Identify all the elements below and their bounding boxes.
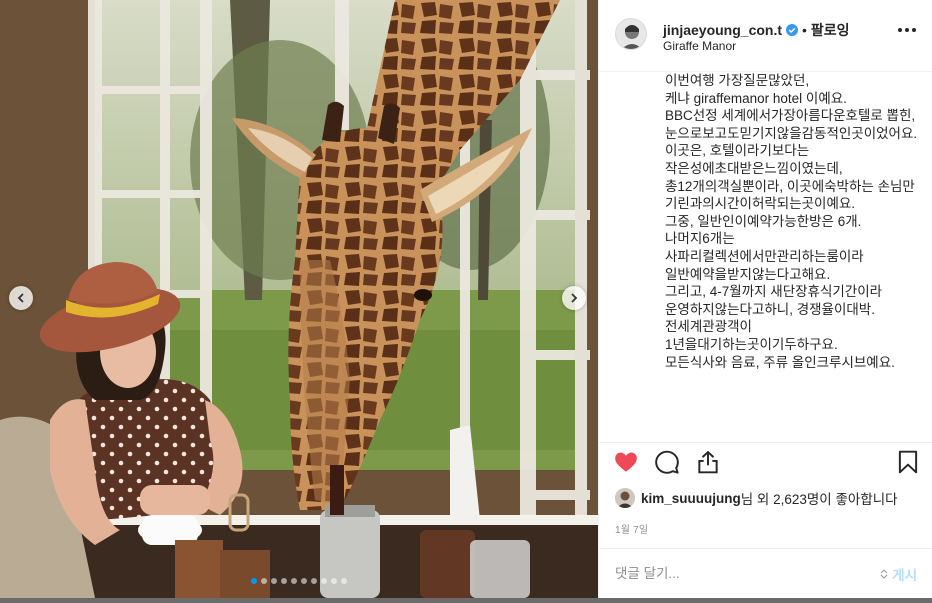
chevron-left-icon xyxy=(17,293,24,303)
post-header: jinjaeyoung_con.t • 팔로잉 Giraffe Manor xyxy=(599,0,932,72)
caption-area[interactable]: 이번여행 가장질문많았던, 케냐 giraffemanor hotel 이예요.… xyxy=(599,72,932,442)
post-date: 1월 7일 xyxy=(615,525,649,536)
following-button[interactable]: 팔로잉 xyxy=(811,20,850,40)
avatar[interactable] xyxy=(615,18,647,50)
post-sidebar: jinjaeyoung_con.t • 팔로잉 Giraffe Manor 이번… xyxy=(598,0,932,598)
action-bar xyxy=(599,442,932,480)
post-photo[interactable] xyxy=(0,0,598,598)
photo-illustration xyxy=(0,0,598,598)
carousel-indicators xyxy=(0,578,598,584)
carousel-next-button[interactable] xyxy=(562,286,586,310)
verified-badge-icon xyxy=(786,24,799,36)
username[interactable]: jinjaeyoung_con.t xyxy=(663,22,782,38)
carousel-dot xyxy=(251,578,257,584)
post-comment-button[interactable]: 게시 xyxy=(878,564,917,584)
carousel-dot xyxy=(281,578,287,584)
location-link[interactable]: Giraffe Manor xyxy=(663,39,736,53)
share-icon[interactable] xyxy=(695,449,721,475)
comment-composer: 게시 xyxy=(599,548,932,598)
carousel-dot xyxy=(321,578,327,584)
carousel-dot xyxy=(261,578,267,584)
carousel-dot xyxy=(311,578,317,584)
carousel-dot xyxy=(271,578,277,584)
heart-icon[interactable] xyxy=(613,449,639,475)
likes-summary[interactable]: kim_suuuujung 님 외 2,623명이 좋아합니다 xyxy=(615,488,898,508)
bookmark-icon[interactable] xyxy=(895,449,921,475)
chevron-right-icon xyxy=(571,293,578,303)
post-comment-label: 게시 xyxy=(892,567,917,583)
caption-text: 이번여행 가장질문많았던, 케냐 giraffemanor hotel 이예요.… xyxy=(665,73,918,370)
comment-input[interactable] xyxy=(615,566,879,581)
window-bottom-edge xyxy=(0,598,932,603)
likes-count-text: 님 외 2,623명이 좋아합니다 xyxy=(740,492,898,507)
liker-avatar xyxy=(615,488,635,508)
liker-username[interactable]: kim_suuuujung xyxy=(641,491,741,506)
carousel-dot xyxy=(331,578,337,584)
carousel-dot xyxy=(291,578,297,584)
carousel-prev-button[interactable] xyxy=(9,286,33,310)
comment-icon[interactable] xyxy=(654,449,680,475)
carousel-dot xyxy=(301,578,307,584)
separator-dot: • xyxy=(802,22,807,38)
more-options-icon[interactable] xyxy=(898,28,916,32)
carousel-dot xyxy=(341,578,347,584)
resize-handle-icon xyxy=(880,568,888,579)
